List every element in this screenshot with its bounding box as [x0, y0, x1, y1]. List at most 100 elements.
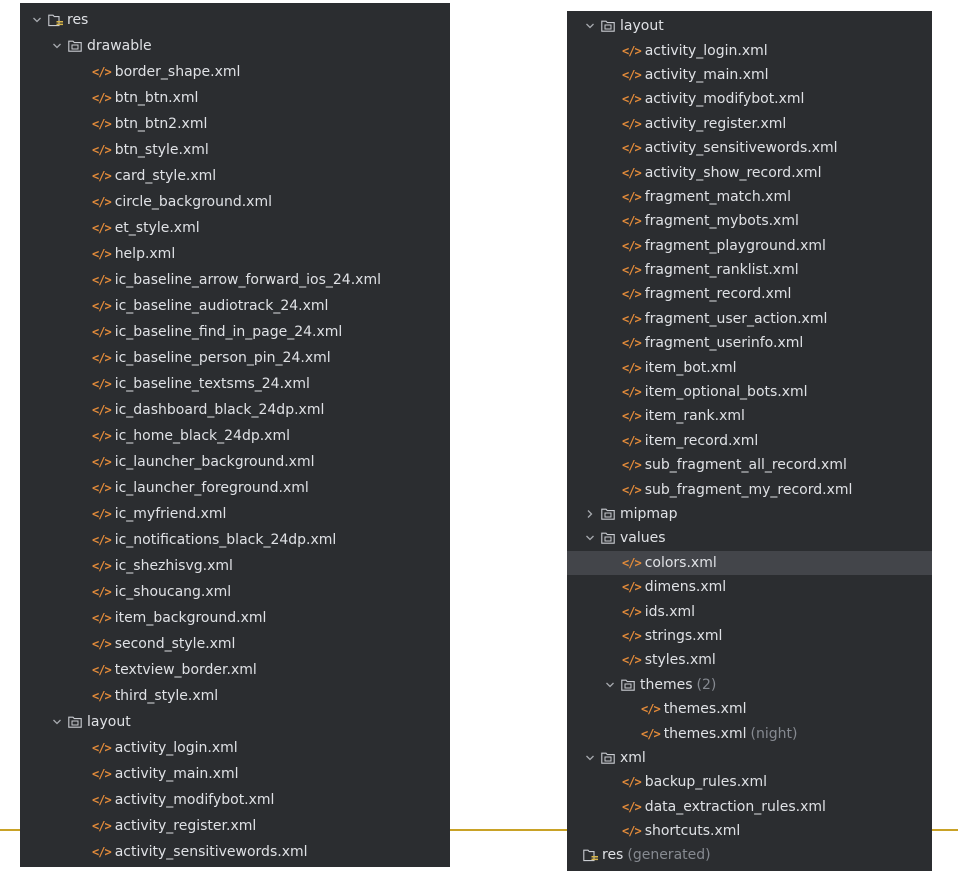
- tree-file-row[interactable]: </> strings.xml: [567, 624, 932, 648]
- tree-file-row[interactable]: </> themes.xml (night): [567, 721, 932, 745]
- tree-folder-layout[interactable]: layout: [20, 709, 450, 735]
- tree-file-row[interactable]: </> ic_baseline_person_pin_24.xml: [20, 345, 450, 371]
- tree-item-label: btn_btn.xml: [114, 90, 199, 106]
- chevron-down-icon[interactable]: [30, 15, 44, 25]
- tree-item-label: ic_baseline_find_in_page_24.xml: [114, 324, 343, 340]
- tree-item-label: xml: [620, 749, 646, 766]
- tree-file-row[interactable]: </> activity_register.xml: [20, 813, 450, 839]
- tree-file-row[interactable]: </> activity_modifybot.xml: [20, 787, 450, 813]
- tree-file-row[interactable]: </> sub_fragment_my_record.xml: [567, 477, 932, 501]
- xml-file-icon: </>: [92, 663, 112, 677]
- tree-item-label: ic_baseline_arrow_forward_ios_24.xml: [114, 272, 381, 288]
- tree-file-row[interactable]: </> fragment_mybots.xml: [567, 209, 932, 233]
- chevron-down-icon[interactable]: [583, 753, 597, 763]
- tree-item-label: mipmap: [620, 506, 678, 522]
- tree-file-row[interactable]: </> circle_background.xml: [20, 189, 450, 215]
- tree-file-row[interactable]: </> fragment_ranklist.xml: [567, 258, 932, 282]
- tree-file-row[interactable]: </> colors.xml: [567, 550, 932, 575]
- tree-file-row[interactable]: </> item_bot.xml: [567, 355, 932, 379]
- tree-file-row[interactable]: </> item_optional_bots.xml: [567, 380, 932, 404]
- tree-folder-drawable[interactable]: drawable: [20, 33, 450, 59]
- tree-file-row[interactable]: </> activity_show_record.xml: [567, 160, 932, 184]
- tree-item-label: activity_sensitivewords.xml: [114, 844, 308, 860]
- tree-file-row[interactable]: </> themes.xml: [567, 697, 932, 721]
- tree-item-label: second_style.xml: [114, 636, 236, 652]
- chevron-right-icon[interactable]: [583, 509, 597, 519]
- chevron-down-icon[interactable]: [50, 41, 64, 51]
- tree-file-row[interactable]: </> btn_btn2.xml: [20, 111, 450, 137]
- tree-file-row[interactable]: </> activity_main.xml: [567, 63, 932, 87]
- tree-file-row[interactable]: </> item_background.xml: [20, 605, 450, 631]
- tree-folder-mipmap[interactable]: mipmap: [567, 502, 932, 526]
- folder-icon: [621, 679, 635, 691]
- tree-file-row[interactable]: </> styles.xml: [567, 648, 932, 672]
- chevron-down-icon[interactable]: [603, 680, 617, 690]
- tree-item-label: fragment_ranklist.xml: [644, 262, 799, 279]
- tree-file-row[interactable]: </> activity_login.xml: [567, 38, 932, 62]
- tree-folder-res[interactable]: res: [20, 7, 450, 33]
- slide-accent-line-left: [0, 829, 20, 831]
- tree-file-row[interactable]: </> activity_sensitivewords.xml: [20, 839, 450, 865]
- tree-file-row[interactable]: </> backup_rules.xml: [567, 770, 932, 794]
- xml-file-icon: </>: [622, 165, 642, 180]
- tree-file-row[interactable]: </> ic_myfriend.xml: [20, 501, 450, 527]
- tree-file-row[interactable]: </> ic_shezhisvg.xml: [20, 553, 450, 579]
- tree-file-row[interactable]: </> second_style.xml: [20, 631, 450, 657]
- tree-file-row[interactable]: </> et_style.xml: [20, 215, 450, 241]
- tree-file-row[interactable]: </> ic_baseline_arrow_forward_ios_24.xml: [20, 267, 450, 293]
- tree-file-row[interactable]: </> ic_dashboard_black_24dp.xml: [20, 397, 450, 423]
- xml-file-icon: </>: [92, 247, 112, 261]
- tree-file-row[interactable]: </> data_extraction_rules.xml: [567, 795, 932, 819]
- tree-file-row[interactable]: </> activity_modifybot.xml: [567, 87, 932, 111]
- tree-file-row[interactable]: </> activity_sensitivewords.xml: [567, 136, 932, 160]
- tree-file-row[interactable]: </> border_shape.xml: [20, 59, 450, 85]
- tree-file-row[interactable]: </> fragment_record.xml: [567, 282, 932, 306]
- tree-file-row[interactable]: </> shortcuts.xml: [567, 819, 932, 843]
- tree-file-row[interactable]: </> card_style.xml: [20, 163, 450, 189]
- tree-file-row[interactable]: </> fragment_userinfo.xml: [567, 331, 932, 355]
- xml-file-icon: </>: [92, 65, 112, 79]
- tree-folder-themes[interactable]: themes (2): [567, 673, 932, 697]
- tree-file-row[interactable]: </> ic_launcher_foreground.xml: [20, 475, 450, 501]
- xml-file-icon: </>: [622, 116, 642, 131]
- tree-file-row[interactable]: </> ic_baseline_textsms_24.xml: [20, 371, 450, 397]
- chevron-down-icon[interactable]: [583, 533, 597, 543]
- tree-file-row[interactable]: </> ic_baseline_find_in_page_24.xml: [20, 319, 450, 345]
- tree-folder-res-generated[interactable]: res (generated): [567, 843, 932, 867]
- tree-file-row[interactable]: </> textview_border.xml: [20, 657, 450, 683]
- tree-file-row[interactable]: </> activity_register.xml: [567, 112, 932, 136]
- tree-item-label: ic_home_black_24dp.xml: [114, 428, 290, 444]
- tree-file-row[interactable]: </> activity_main.xml: [20, 761, 450, 787]
- tree-file-row[interactable]: </> fragment_match.xml: [567, 185, 932, 209]
- tree-file-row[interactable]: </> activity_login.xml: [20, 735, 450, 761]
- tree-file-row[interactable]: </> ic_home_black_24dp.xml: [20, 423, 450, 449]
- tree-file-row[interactable]: </> ic_launcher_background.xml: [20, 449, 450, 475]
- file-tree: res drawable </> border_shape.xml </> btn_btn…: [20, 7, 450, 865]
- tree-file-row[interactable]: </> help.xml: [20, 241, 450, 267]
- tree-file-row[interactable]: </> fragment_user_action.xml: [567, 307, 932, 331]
- tree-file-row[interactable]: </> ids.xml: [567, 599, 932, 623]
- xml-file-icon: </>: [622, 409, 642, 424]
- tree-file-row[interactable]: </> fragment_playground.xml: [567, 234, 932, 258]
- chevron-down-icon[interactable]: [583, 21, 597, 31]
- tree-folder-values[interactable]: values: [567, 526, 932, 550]
- tree-folder-xml[interactable]: xml: [567, 746, 932, 770]
- xml-file-icon: </>: [622, 799, 642, 814]
- tree-file-row[interactable]: </> item_rank.xml: [567, 404, 932, 428]
- tree-file-row[interactable]: </> ic_baseline_audiotrack_24.xml: [20, 293, 450, 319]
- tree-file-row[interactable]: </> sub_fragment_all_record.xml: [567, 453, 932, 477]
- xml-file-icon: </>: [92, 195, 112, 209]
- tree-file-row[interactable]: </> third_style.xml: [20, 683, 450, 709]
- tree-file-row[interactable]: </> item_record.xml: [567, 429, 932, 453]
- tree-file-row[interactable]: </> ic_shoucang.xml: [20, 579, 450, 605]
- chevron-down-icon[interactable]: [50, 717, 64, 727]
- tree-folder-layout[interactable]: layout: [567, 14, 932, 38]
- tree-item-label: dimens.xml: [644, 579, 727, 596]
- tree-file-row[interactable]: </> btn_style.xml: [20, 137, 450, 163]
- tree-file-row[interactable]: </> btn_btn.xml: [20, 85, 450, 111]
- tree-file-row[interactable]: </> ic_notifications_black_24dp.xml: [20, 527, 450, 553]
- tree-item-label: ic_launcher_background.xml: [114, 454, 315, 470]
- tree-file-row[interactable]: </> dimens.xml: [567, 575, 932, 599]
- xml-file-icon: </>: [622, 263, 642, 278]
- tree-item-label: ic_baseline_audiotrack_24.xml: [114, 298, 329, 314]
